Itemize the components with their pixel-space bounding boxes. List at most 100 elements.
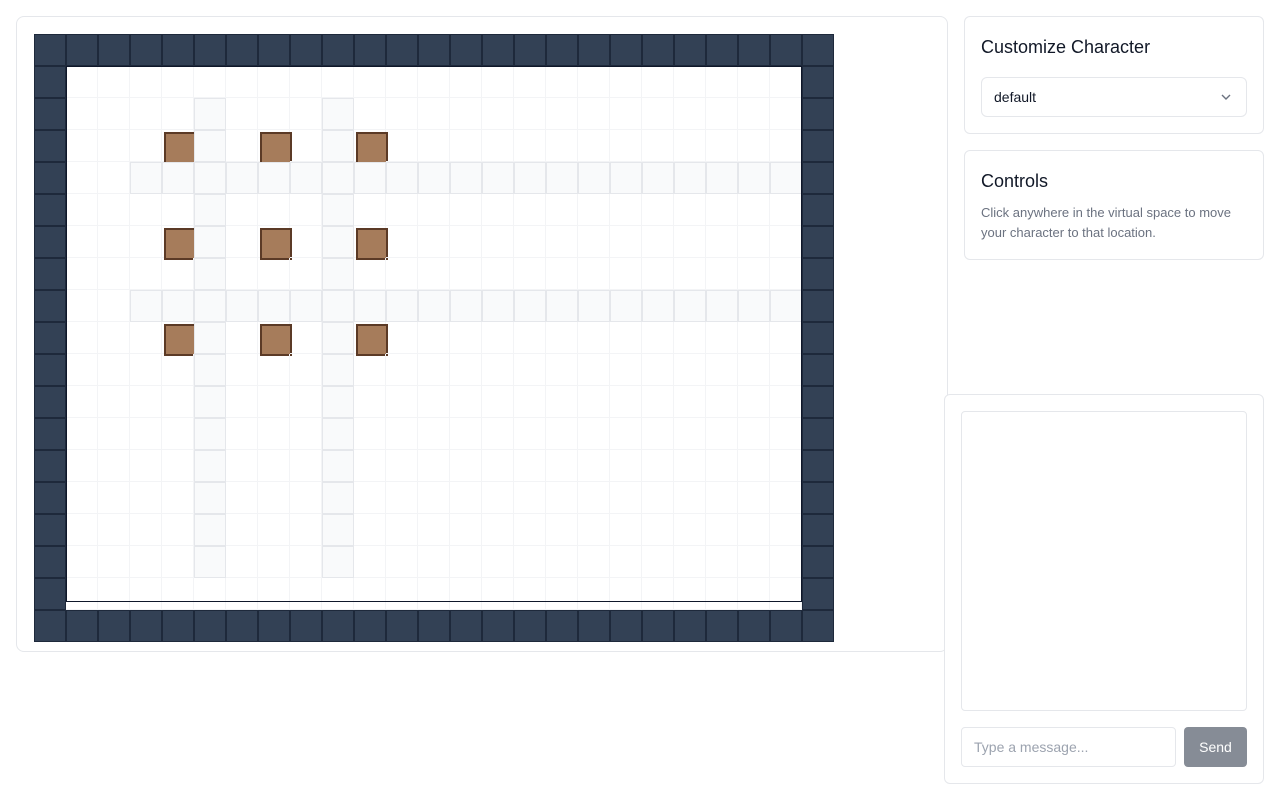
floor-tile[interactable] [66,578,98,610]
path-tile[interactable] [130,290,162,322]
floor-tile[interactable] [226,66,258,98]
floor-tile[interactable] [610,578,642,610]
floor-tile[interactable] [386,386,418,418]
floor-tile[interactable] [162,258,194,290]
floor-tile[interactable] [738,66,770,98]
virtual-space-map[interactable] [34,34,834,642]
path-tile[interactable] [162,162,194,194]
path-tile[interactable] [546,290,578,322]
floor-tile[interactable] [642,322,674,354]
floor-tile[interactable] [482,578,514,610]
floor-tile[interactable] [514,322,546,354]
floor-tile[interactable] [546,482,578,514]
floor-tile[interactable] [514,514,546,546]
floor-tile[interactable] [386,418,418,450]
floor-tile[interactable] [578,98,610,130]
floor-tile[interactable] [514,258,546,290]
floor-tile[interactable] [706,450,738,482]
floor-tile[interactable] [610,226,642,258]
floor-tile[interactable] [482,546,514,578]
floor-tile[interactable] [194,578,226,610]
floor-tile[interactable] [258,66,290,98]
floor-tile[interactable] [290,322,322,354]
floor-tile[interactable] [674,514,706,546]
path-tile[interactable] [322,162,354,194]
floor-tile[interactable] [98,482,130,514]
floor-tile[interactable] [642,354,674,386]
path-tile[interactable] [226,290,258,322]
floor-tile[interactable] [418,66,450,98]
floor-tile[interactable] [418,130,450,162]
floor-tile[interactable] [418,578,450,610]
floor-tile[interactable] [482,482,514,514]
path-tile[interactable] [322,130,354,162]
floor-tile[interactable] [674,546,706,578]
floor-tile[interactable] [482,322,514,354]
desk-tile[interactable] [162,322,196,356]
path-tile[interactable] [322,386,354,418]
floor-tile[interactable] [226,482,258,514]
floor-tile[interactable] [738,354,770,386]
path-tile[interactable] [194,194,226,226]
path-tile[interactable] [386,290,418,322]
floor-tile[interactable] [130,98,162,130]
floor-tile[interactable] [674,66,706,98]
floor-tile[interactable] [354,386,386,418]
floor-tile[interactable] [386,546,418,578]
path-tile[interactable] [578,162,610,194]
path-tile[interactable] [738,290,770,322]
path-tile[interactable] [354,162,386,194]
floor-tile[interactable] [130,578,162,610]
floor-tile[interactable] [226,418,258,450]
floor-tile[interactable] [130,354,162,386]
floor-tile[interactable] [258,258,290,290]
floor-tile[interactable] [130,546,162,578]
floor-tile[interactable] [162,482,194,514]
floor-tile[interactable] [418,258,450,290]
floor-tile[interactable] [386,194,418,226]
floor-tile[interactable] [738,130,770,162]
floor-tile[interactable] [642,226,674,258]
path-tile[interactable] [194,322,226,354]
floor-tile[interactable] [386,514,418,546]
floor-tile[interactable] [546,66,578,98]
floor-tile[interactable] [290,98,322,130]
path-tile[interactable] [674,290,706,322]
desk-tile[interactable] [162,226,196,260]
floor-tile[interactable] [418,418,450,450]
floor-tile[interactable] [642,514,674,546]
floor-tile[interactable] [482,386,514,418]
desk-tile[interactable] [162,130,196,164]
floor-tile[interactable] [98,194,130,226]
floor-tile[interactable] [642,482,674,514]
path-tile[interactable] [450,162,482,194]
floor-tile[interactable] [546,194,578,226]
floor-tile[interactable] [354,418,386,450]
floor-tile[interactable] [610,354,642,386]
path-tile[interactable] [642,290,674,322]
floor-tile[interactable] [66,226,98,258]
floor-tile[interactable] [66,450,98,482]
floor-tile[interactable] [642,386,674,418]
floor-tile[interactable] [450,546,482,578]
floor-tile[interactable] [482,450,514,482]
floor-tile[interactable] [482,130,514,162]
floor-tile[interactable] [610,194,642,226]
floor-tile[interactable] [738,98,770,130]
floor-tile[interactable] [290,130,322,162]
floor-tile[interactable] [706,354,738,386]
floor-tile[interactable] [738,418,770,450]
floor-tile[interactable] [642,98,674,130]
path-tile[interactable] [770,290,802,322]
floor-tile[interactable] [386,482,418,514]
floor-tile[interactable] [290,546,322,578]
chat-messages[interactable] [961,411,1247,711]
floor-tile[interactable] [546,354,578,386]
floor-tile[interactable] [66,354,98,386]
floor-tile[interactable] [738,450,770,482]
floor-tile[interactable] [642,546,674,578]
floor-tile[interactable] [610,66,642,98]
floor-tile[interactable] [290,66,322,98]
floor-tile[interactable] [386,578,418,610]
path-tile[interactable] [322,226,354,258]
